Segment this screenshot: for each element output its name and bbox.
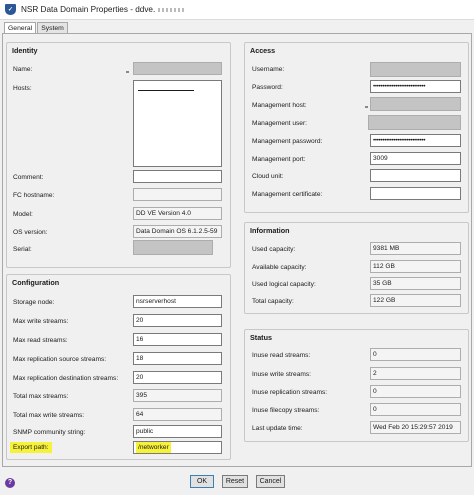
max-replication-destination-streams-label: Max replication destination streams: (13, 375, 119, 382)
serial-field (133, 240, 213, 255)
available-capacity-field: 112 GB (370, 260, 461, 273)
snmp-community-label: SNMP community string: (13, 429, 86, 436)
inuse-filecopy-streams-label: Inuse filecopy streams: (252, 407, 320, 414)
information-group-title: Information (250, 226, 290, 235)
max-read-streams-field[interactable]: 16 (133, 333, 222, 346)
export-path-value: /networker (136, 442, 171, 453)
status-group-title: Status (250, 333, 272, 342)
inuse-filecopy-streams-field: 0 (370, 403, 461, 416)
max-replication-destination-streams-field[interactable]: 20 (133, 371, 222, 384)
inuse-write-streams-label: Inuse write streams: (252, 371, 311, 378)
reset-button[interactable]: Reset (222, 475, 248, 488)
max-write-streams-field[interactable]: 20 (133, 314, 222, 327)
management-user-field[interactable] (368, 115, 461, 130)
model-field: DD VE Version 4.0 (133, 207, 222, 220)
total-max-write-streams-field: 64 (133, 408, 222, 421)
used-logical-capacity-label: Used logical capacity: (252, 281, 316, 288)
used-capacity-field: 9381 MB (370, 242, 461, 255)
management-port-label: Management port: (252, 156, 306, 163)
last-update-time-field: Wed Feb 20 15:29:57 2019 (370, 421, 461, 434)
configuration-group-title: Configuration (12, 278, 60, 287)
name-redaction-mark (126, 71, 129, 73)
used-logical-capacity-field: 35 GB (370, 277, 461, 290)
hosts-listbox[interactable] (133, 80, 222, 167)
storage-node-field[interactable]: nsrserverhost (133, 295, 222, 308)
cloud-unit-field[interactable] (370, 169, 461, 182)
management-port-field[interactable]: 3009 (370, 152, 461, 165)
total-max-streams-field: 395 (133, 389, 222, 402)
comment-field[interactable] (133, 170, 222, 183)
inuse-replication-streams-label: Inuse replication streams: (252, 389, 328, 396)
last-update-time-label: Last update time: (252, 425, 303, 432)
inuse-read-streams-field: 0 (370, 348, 461, 361)
hosts-entry-line (138, 90, 194, 91)
max-replication-source-streams-field[interactable]: 18 (133, 352, 222, 365)
title-redaction (158, 7, 187, 12)
management-host-field[interactable] (370, 97, 461, 111)
password-field[interactable]: •••••••••••••••••••••••••••• (370, 80, 461, 93)
cloud-unit-label: Cloud unit: (252, 173, 284, 180)
snmp-community-field[interactable]: public (133, 425, 222, 438)
total-capacity-label: Total capacity: (252, 298, 294, 305)
name-label: Name: (13, 66, 33, 73)
max-write-streams-label: Max write streams: (13, 318, 69, 325)
inuse-read-streams-label: Inuse read streams: (252, 352, 311, 359)
max-replication-source-streams-label: Max replication source streams: (13, 356, 107, 363)
storage-node-label: Storage node: (13, 299, 55, 306)
management-certificate-label: Management certificate: (252, 191, 323, 198)
total-max-streams-label: Total max streams: (13, 393, 69, 400)
identity-group-title: Identity (12, 46, 38, 55)
password-label: Password: (252, 84, 283, 91)
used-capacity-label: Used capacity: (252, 246, 296, 253)
window-titlebar: ✓ NSR Data Domain Properties - ddve. (0, 0, 474, 20)
export-path-field[interactable]: /networker (133, 441, 222, 454)
management-password-field[interactable]: •••••••••••••••••••••••••••• (370, 134, 461, 147)
fc-hostname-label: FC hostname: (13, 192, 55, 199)
help-icon[interactable]: ? (5, 478, 15, 488)
serial-label: Serial: (13, 246, 32, 253)
hosts-label: Hosts: (13, 85, 32, 92)
comment-label: Comment: (13, 174, 44, 181)
os-version-field: Data Domain OS 6.1.2.5-59 (133, 225, 222, 238)
model-label: Model: (13, 211, 33, 218)
dialog-button-bar: ? OK Reset Cancel (0, 470, 474, 495)
window-title: NSR Data Domain Properties - ddve. (21, 5, 156, 14)
cancel-button[interactable]: Cancel (256, 475, 285, 488)
management-user-label: Management user: (252, 120, 307, 127)
networker-app-icon: ✓ (5, 4, 16, 15)
access-group-title: Access (250, 46, 276, 55)
ok-button[interactable]: OK (190, 475, 214, 488)
os-version-label: OS version: (13, 229, 48, 236)
username-label: Username: (252, 66, 285, 73)
total-capacity-field: 122 GB (370, 294, 461, 307)
total-max-write-streams-label: Total max write streams: (13, 412, 85, 419)
management-certificate-field[interactable] (370, 187, 461, 200)
fc-hostname-field (133, 188, 222, 201)
username-field[interactable] (370, 62, 461, 77)
name-field[interactable] (133, 62, 222, 75)
management-host-label: Management host: (252, 102, 307, 109)
inuse-write-streams-field: 2 (370, 367, 461, 380)
inuse-replication-streams-field: 0 (370, 385, 461, 398)
max-read-streams-label: Max read streams: (13, 337, 68, 344)
management-host-redaction-mark (365, 106, 368, 108)
management-password-label: Management password: (252, 138, 323, 145)
available-capacity-label: Available capacity: (252, 264, 307, 271)
export-path-label: Export path: (10, 442, 52, 453)
